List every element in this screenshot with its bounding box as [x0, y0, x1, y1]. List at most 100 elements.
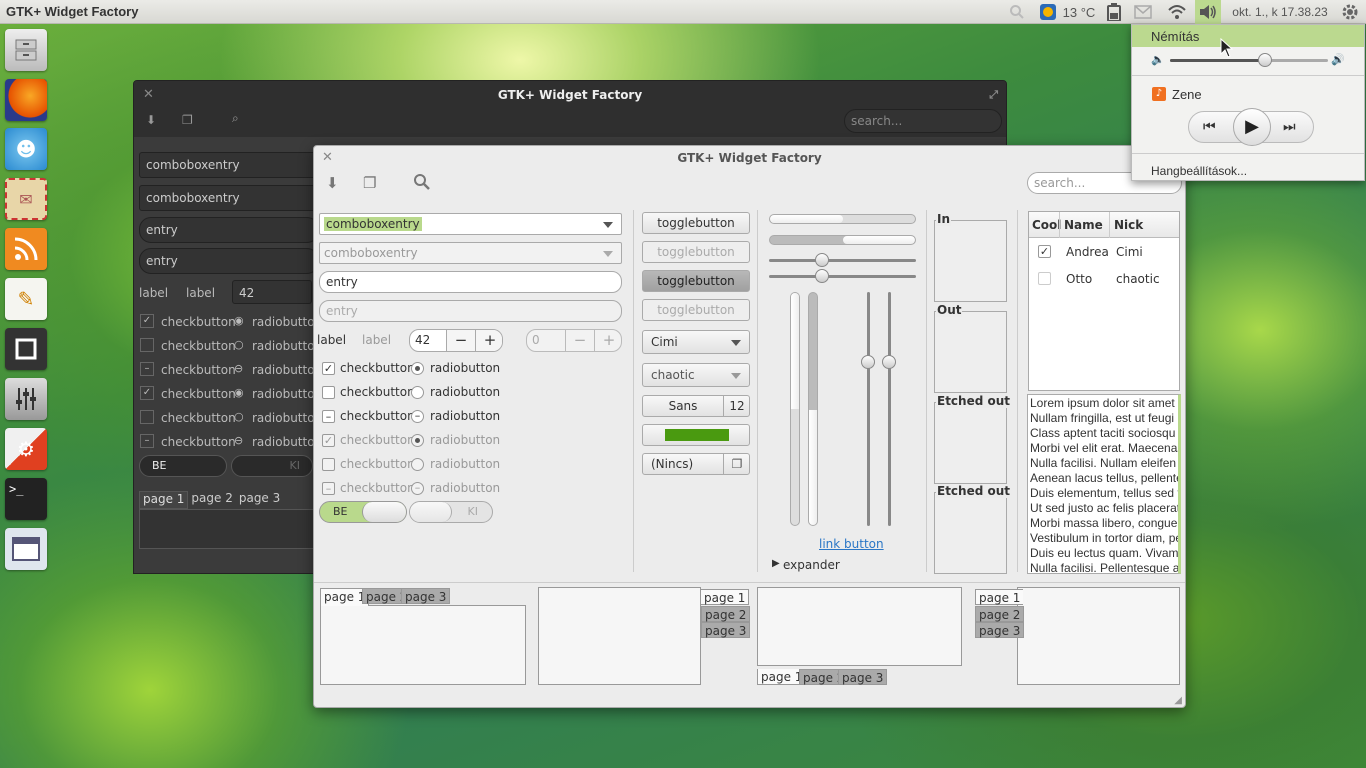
triangle-right-icon[interactable]: ▶ [772, 558, 780, 569]
copy-icon[interactable]: ❐ [182, 113, 193, 127]
music-player-label[interactable]: Zene [1172, 87, 1202, 102]
rss-icon[interactable] [5, 228, 47, 270]
copy-icon[interactable]: ❐ [363, 174, 376, 192]
tree-row-1-check[interactable]: ✓ [1038, 245, 1051, 258]
switch-off[interactable]: KI [409, 501, 493, 523]
firefox-icon[interactable] [5, 79, 47, 121]
checkbox-unchecked-disabled[interactable] [322, 458, 335, 471]
notebook-4-tab-3[interactable]: page 3 [975, 622, 1025, 638]
checkbox-inconsistent-disabled[interactable]: – [322, 482, 335, 495]
radio-inconsistent[interactable]: – [411, 410, 424, 423]
play-icon[interactable]: ▶ [1233, 108, 1271, 146]
hscale-1[interactable] [769, 253, 916, 267]
gear-icon[interactable] [1340, 3, 1360, 21]
resize-grip-icon[interactable]: ◢ [1174, 695, 1182, 706]
back-switch-on[interactable]: BE [139, 455, 227, 477]
text-view[interactable]: Lorem ipsum dolor sit amet Nullam fringi… [1027, 394, 1181, 574]
download-icon[interactable]: ⬇ [146, 113, 156, 127]
battery-icon[interactable] [1103, 3, 1125, 21]
togglebutton-4[interactable]: togglebutton [642, 299, 750, 321]
checkbox-inconsistent[interactable]: – [322, 410, 335, 423]
back-checkbox-1[interactable]: ✓ [140, 314, 154, 328]
mixer-icon[interactable] [5, 378, 47, 420]
previous-icon[interactable]: ⏮ [1203, 119, 1216, 135]
back-search-input[interactable]: search... [844, 109, 1002, 133]
notebook-2-tab-3[interactable]: page 3 [701, 622, 751, 638]
chevron-down-icon[interactable] [731, 373, 741, 379]
notebook-3-tab-3[interactable]: page 3 [838, 669, 888, 685]
back-radio-5[interactable]: ○ [234, 410, 244, 423]
notebook-2-tab-1[interactable]: page 1 [701, 589, 750, 605]
radio-unselected-disabled[interactable] [411, 458, 424, 471]
radio-selected[interactable] [411, 362, 424, 375]
togglebutton-1[interactable]: togglebutton [642, 212, 750, 234]
back-window-titlebar[interactable]: ✕ GTK+ Widget Factory ⤢ [134, 81, 1006, 109]
plus-icon[interactable]: + [594, 330, 621, 351]
column-name[interactable]: Name [1064, 218, 1103, 232]
expander-label[interactable]: expander [783, 558, 840, 572]
window-icon[interactable] [5, 528, 47, 570]
temperature-label[interactable]: 13 °C [1061, 3, 1097, 21]
chevron-down-icon[interactable] [603, 251, 613, 257]
switch-on[interactable]: BE [319, 501, 407, 523]
back-checkbox-2[interactable] [140, 338, 154, 352]
close-icon[interactable]: ✕ [143, 81, 154, 109]
back-combo-1[interactable]: comboboxentry [139, 152, 319, 178]
combo-chaotic[interactable]: chaotic [642, 363, 750, 387]
link-button[interactable]: link button [819, 537, 884, 551]
clock[interactable]: okt. 1., k 17.38.23 [1224, 3, 1336, 21]
maximize-icon[interactable]: ⤢ [989, 81, 998, 109]
checkbox-checked-disabled[interactable]: ✓ [322, 434, 335, 447]
combo-entry-1[interactable]: comboboxentry [319, 213, 622, 235]
download-icon[interactable]: ⬇ [326, 174, 339, 192]
wifi-icon[interactable] [1164, 3, 1190, 21]
back-checkbox-3[interactable]: – [140, 362, 154, 376]
chevron-down-icon[interactable] [731, 340, 741, 346]
switch-handle[interactable] [410, 502, 452, 522]
back-radio-3[interactable]: ⊖ [234, 362, 243, 375]
close-icon[interactable]: ✕ [322, 146, 333, 170]
minus-icon[interactable]: − [565, 330, 594, 351]
back-checkbox-5[interactable] [140, 410, 154, 424]
radio-unselected[interactable] [411, 386, 424, 399]
volume-icon[interactable] [1195, 0, 1221, 24]
tree-row-2-check[interactable] [1038, 272, 1051, 285]
search-icon[interactable]: ⌕ [232, 111, 239, 126]
checkbox-checked[interactable]: ✓ [322, 362, 335, 375]
back-tab-3[interactable]: page 3 [236, 491, 283, 509]
back-combo-2[interactable]: comboboxentry [139, 185, 319, 211]
plus-icon[interactable]: + [475, 330, 502, 351]
mail-icon[interactable] [1131, 3, 1155, 21]
color-button[interactable] [642, 424, 750, 446]
checkbox-unchecked[interactable] [322, 386, 335, 399]
text-editor-icon[interactable]: ✎ [5, 278, 47, 320]
notebook-4-tab-1[interactable]: page 1 [975, 589, 1024, 605]
back-checkbox-6[interactable]: – [140, 434, 154, 448]
notebook-2-tab-2[interactable]: page 2 [701, 606, 751, 622]
settings-tools-icon[interactable]: ⚙ [5, 428, 47, 470]
minus-icon[interactable]: − [446, 330, 475, 351]
back-checkbox-4[interactable]: ✓ [140, 386, 154, 400]
front-window[interactable]: ✕ GTK+ Widget Factory ⬇ ❐ search... comb… [313, 145, 1186, 708]
search-icon[interactable] [1006, 3, 1028, 21]
hscale-2-handle[interactable] [814, 269, 829, 283]
vscale-2-handle[interactable] [882, 355, 896, 370]
file-chooser-button[interactable]: (Nincs) ❐ [642, 453, 750, 475]
combo-entry-2[interactable]: comboboxentry [319, 242, 622, 264]
sound-settings-item[interactable]: Hangbeállítások... [1151, 164, 1247, 178]
spin-button-2[interactable]: 0 − + [526, 329, 622, 352]
togglebutton-3[interactable]: togglebutton [642, 270, 750, 292]
hscale-2[interactable] [769, 269, 916, 283]
next-icon[interactable]: ⏭ [1283, 119, 1296, 135]
messaging-icon[interactable]: ☻ [5, 128, 47, 170]
terminal-icon[interactable]: >_ [5, 478, 47, 520]
radio-inconsistent-disabled[interactable]: – [411, 482, 424, 495]
back-entry-1[interactable]: entry [139, 217, 319, 243]
hscale-1-handle[interactable] [814, 253, 829, 267]
back-tab-1[interactable]: page 1 [139, 491, 189, 509]
back-radio-6[interactable]: ⊖ [234, 434, 243, 447]
app-icon[interactable] [5, 328, 47, 370]
volume-slider[interactable] [1170, 53, 1328, 67]
chevron-down-icon[interactable] [603, 222, 613, 228]
volume-slider-handle[interactable] [1257, 53, 1272, 67]
